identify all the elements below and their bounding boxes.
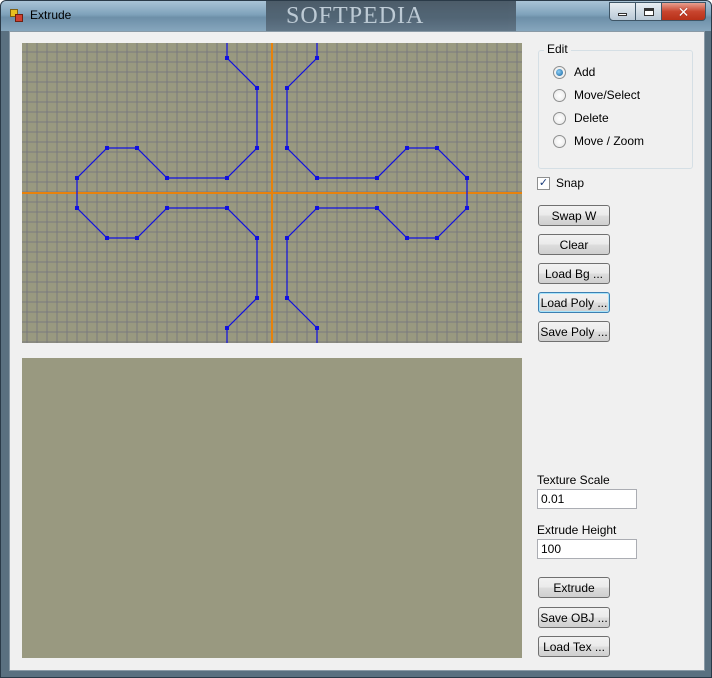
extrude-height-label: Extrude Height (537, 523, 617, 537)
polygon-vertex (75, 206, 79, 210)
polygon-vertex (285, 146, 289, 150)
maximize-button[interactable] (636, 2, 662, 21)
radio-move-select[interactable]: Move/Select (553, 88, 640, 102)
client-area: Edit Add Move/Select Delete Move / Zoom … (9, 31, 705, 671)
polygon-vertex (285, 236, 289, 240)
polygon-vertex (375, 206, 379, 210)
extrude-button[interactable]: Extrude (538, 577, 610, 598)
load-bg-button[interactable]: Load Bg ... (538, 263, 610, 284)
swap-w-button[interactable]: Swap W (538, 205, 610, 226)
maximize-icon (643, 7, 654, 16)
polygon-vertex (135, 146, 139, 150)
save-obj-button[interactable]: Save OBJ ... (538, 607, 610, 628)
polygon-vertex (225, 176, 229, 180)
polygon-vertex (255, 86, 259, 90)
clear-button[interactable]: Clear (538, 234, 610, 255)
app-window: SOFTPEDIA Extrude ✕ Edit Add Move/Select (0, 0, 712, 678)
editor-drawing[interactable] (22, 43, 522, 343)
polygon-vertex (255, 236, 259, 240)
checkmark-icon: ✓ (538, 176, 549, 189)
radio-delete-label: Delete (574, 111, 609, 125)
radio-add-label: Add (574, 65, 596, 79)
polygon-vertex (435, 236, 439, 240)
radio-add[interactable]: Add (553, 65, 595, 79)
texture-scale-label: Texture Scale (537, 473, 610, 487)
polygon-vertex (255, 296, 259, 300)
app-icon[interactable] (10, 9, 24, 23)
edit-group-title: Edit (544, 42, 571, 56)
polygon-vertex (135, 236, 139, 240)
polygon-vertex (465, 176, 469, 180)
polygon-vertex (405, 236, 409, 240)
extrude-height-input[interactable] (537, 539, 637, 559)
polygon-vertex (225, 206, 229, 210)
window-controls: ✕ (609, 2, 706, 21)
polygon-vertex (165, 206, 169, 210)
radio-move-zoom-label: Move / Zoom (574, 134, 645, 148)
radio-delete[interactable]: Delete (553, 111, 609, 125)
save-poly-button[interactable]: Save Poly ... (538, 321, 610, 342)
polygon-vertex (165, 176, 169, 180)
watermark-text: SOFTPEDIA (266, 1, 516, 31)
edit-groupbox: Edit Add Move/Select Delete Move / Zoom (538, 42, 693, 169)
load-poly-button[interactable]: Load Poly ... (538, 292, 610, 313)
polygon-vertex (105, 146, 109, 150)
snap-checkbox-row[interactable]: ✓ Snap (537, 176, 584, 190)
polygon-vertex (315, 206, 319, 210)
polygon-vertex (405, 146, 409, 150)
snap-checkbox[interactable]: ✓ (537, 176, 550, 190)
close-icon: ✕ (677, 3, 690, 20)
polygon-vertex (285, 86, 289, 90)
polygon-vertex (435, 146, 439, 150)
title-bar[interactable]: SOFTPEDIA Extrude ✕ (1, 1, 711, 31)
radio-move-select-indicator[interactable] (553, 88, 566, 102)
polygon-vertex (255, 146, 259, 150)
3d-preview-canvas[interactable] (22, 358, 522, 658)
polygon-vertex (315, 176, 319, 180)
window-title: Extrude (30, 8, 72, 22)
polygon-vertex (315, 56, 319, 60)
polygon-editor-canvas[interactable] (22, 43, 522, 343)
polygon-vertex (375, 176, 379, 180)
radio-move-select-label: Move/Select (574, 88, 641, 102)
radio-move-zoom[interactable]: Move / Zoom (553, 134, 644, 148)
polygon-vertex (285, 296, 289, 300)
radio-delete-indicator[interactable] (553, 111, 566, 125)
load-tex-button[interactable]: Load Tex ... (538, 636, 610, 657)
snap-label: Snap (556, 176, 585, 190)
polygon-vertex (105, 236, 109, 240)
texture-scale-input[interactable] (537, 489, 637, 509)
minimize-icon (618, 13, 627, 16)
radio-add-indicator[interactable] (553, 65, 566, 79)
polygon-vertex (315, 326, 319, 330)
radio-move-zoom-indicator[interactable] (553, 134, 566, 148)
close-button[interactable]: ✕ (662, 2, 706, 21)
polygon-vertex (225, 56, 229, 60)
polygon-vertex (465, 206, 469, 210)
polygon-vertex (225, 326, 229, 330)
polygon-vertex (75, 176, 79, 180)
minimize-button[interactable] (609, 2, 636, 21)
